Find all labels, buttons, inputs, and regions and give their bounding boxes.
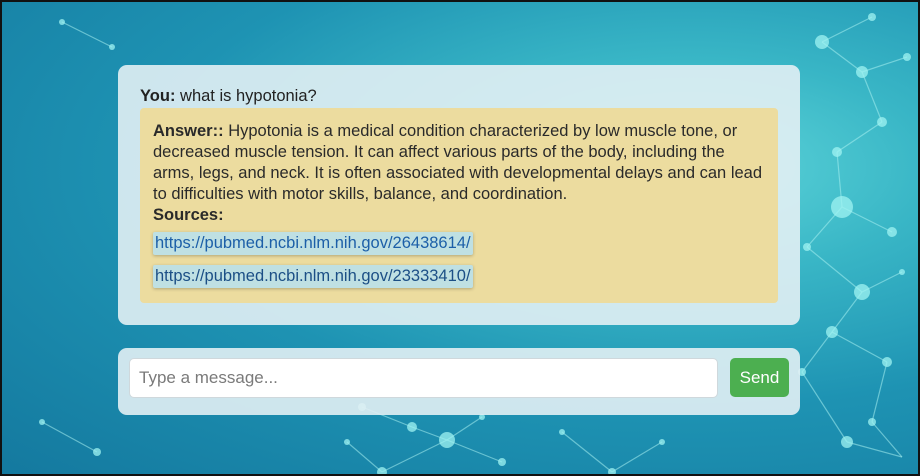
answer-body: Answer:: Hypotonia is a medical conditio… xyxy=(153,121,765,205)
user-message-text: what is hypotonia? xyxy=(180,87,317,105)
user-label: You: xyxy=(140,87,176,105)
send-button[interactable]: Send xyxy=(730,358,789,397)
source-link-2[interactable]: https://pubmed.ncbi.nlm.nih.gov/23333410… xyxy=(153,265,473,288)
source-link-1[interactable]: https://pubmed.ncbi.nlm.nih.gov/26438614… xyxy=(153,232,473,255)
answer-message: Answer:: Hypotonia is a medical conditio… xyxy=(140,108,778,303)
user-message: You: what is hypotonia? xyxy=(140,87,778,106)
sources-label: Sources: xyxy=(153,206,224,224)
answer-label: Answer:: xyxy=(153,122,224,140)
chat-app: You: what is hypotonia? Answer:: Hypoton… xyxy=(0,0,920,476)
chat-history-panel: You: what is hypotonia? Answer:: Hypoton… xyxy=(118,65,800,325)
answer-text: Hypotonia is a medical condition charact… xyxy=(153,122,763,203)
message-input[interactable] xyxy=(129,358,718,398)
message-composer: Send xyxy=(118,348,800,415)
